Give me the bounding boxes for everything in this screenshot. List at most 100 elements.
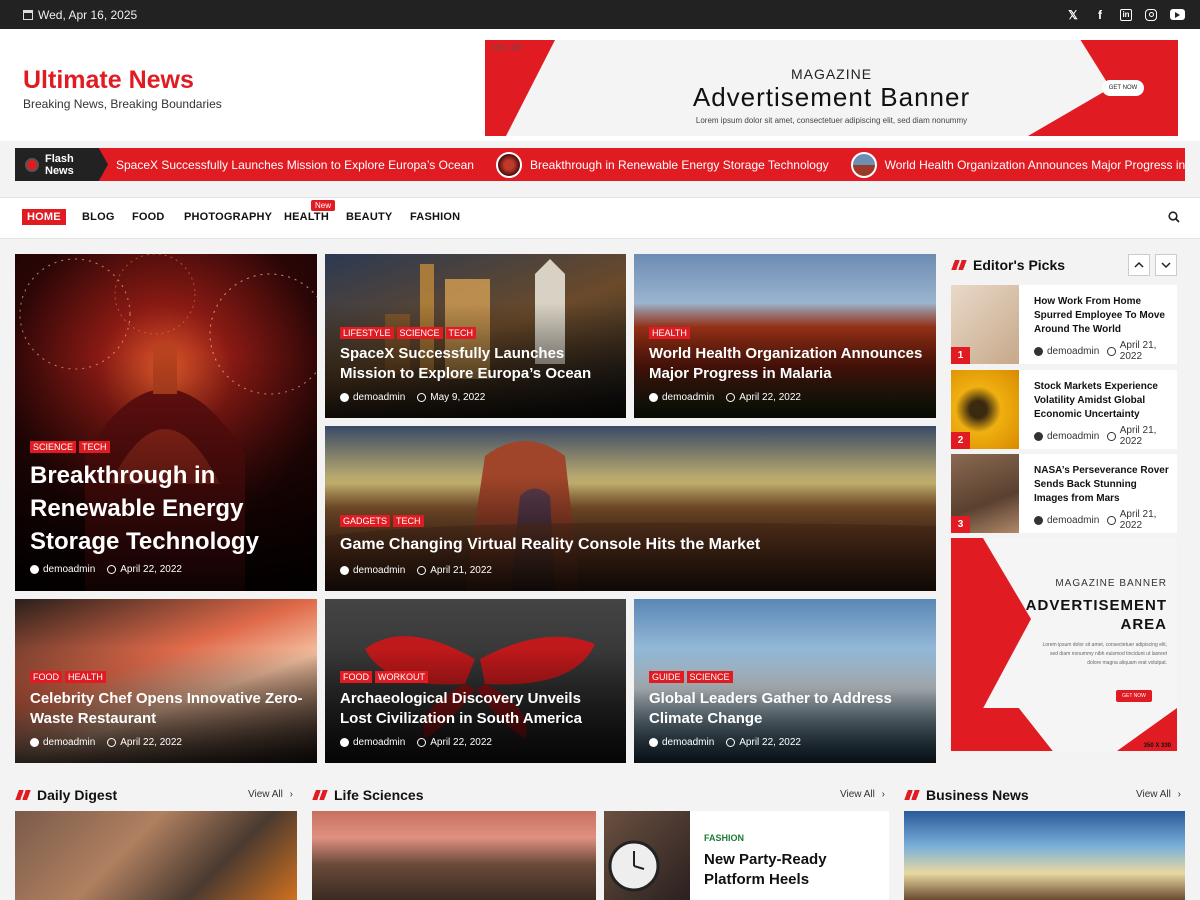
fashion-title[interactable]: New Party-Ready Platform Heels xyxy=(704,850,889,890)
pick-title[interactable]: NASA’s Perseverance Rover Sends Back Stu… xyxy=(1034,464,1174,506)
view-all-text[interactable]: View All xyxy=(840,789,875,800)
tag[interactable]: HEALTH xyxy=(65,671,106,683)
hero-card[interactable]: HEALTH World Health Organization Announc… xyxy=(634,254,936,418)
author-link[interactable]: demoadmin xyxy=(43,564,95,575)
instagram-icon[interactable] xyxy=(1145,8,1157,21)
sidebar-ad-banner[interactable]: MAGAZINE BANNER ADVERTISEMENT AREA Lorem… xyxy=(951,538,1177,751)
card-title[interactable]: Archaeological Discovery Unveils Lost Ci… xyxy=(340,689,614,729)
life-sciences-image[interactable] xyxy=(312,811,596,900)
nav-item-beauty[interactable]: BEAUTY xyxy=(346,211,392,223)
section-slash-icon xyxy=(312,790,328,800)
linkedin-icon[interactable]: in xyxy=(1120,8,1132,21)
nav-item-food[interactable]: FOOD xyxy=(132,211,165,223)
ad-cta-button[interactable]: GET NOW xyxy=(1102,80,1144,96)
tag[interactable]: GUIDE xyxy=(649,671,684,683)
post-date[interactable]: April 22, 2022 xyxy=(120,737,182,748)
view-all-link[interactable]: View All › xyxy=(1136,789,1181,800)
tag[interactable]: FOOD xyxy=(30,671,62,683)
site-title[interactable]: Ultimate News xyxy=(23,66,194,95)
hero-card-featured[interactable]: SCIENCE TECH Breakthrough in Renewable E… xyxy=(15,254,317,591)
tag[interactable]: TECH xyxy=(393,515,424,527)
author-link[interactable]: demoadmin xyxy=(353,737,405,748)
fashion-category[interactable]: FASHION xyxy=(704,833,744,843)
flash-item-title[interactable]: SpaceX Successfully Launches Mission to … xyxy=(116,158,474,172)
card-title[interactable]: Game Changing Virtual Reality Console Hi… xyxy=(340,534,924,556)
card-title[interactable]: Breakthrough in Renewable Energy Storage… xyxy=(30,459,305,558)
prev-arrow-button[interactable] xyxy=(1128,254,1150,276)
author-link[interactable]: demoadmin xyxy=(1047,346,1099,357)
view-all-text[interactable]: View All xyxy=(1136,789,1171,800)
author-link[interactable]: demoadmin xyxy=(662,737,714,748)
flash-item-title[interactable]: Breakthrough in Renewable Energy Storage… xyxy=(530,158,829,172)
card-title[interactable]: Global Leaders Gather to Address Climate… xyxy=(649,689,924,729)
hero-card[interactable]: FOOD HEALTH Celebrity Chef Opens Innovat… xyxy=(15,599,317,763)
tag[interactable]: SCIENCE xyxy=(396,327,443,339)
next-arrow-button[interactable] xyxy=(1155,254,1177,276)
new-badge: New xyxy=(311,200,336,211)
post-date[interactable]: April 22, 2022 xyxy=(430,737,492,748)
author-link[interactable]: demoadmin xyxy=(353,565,405,576)
card-title[interactable]: SpaceX Successfully Launches Mission to … xyxy=(340,344,614,384)
search-icon[interactable] xyxy=(1168,211,1180,223)
clock-icon xyxy=(417,393,427,402)
x-icon[interactable]: 𝕏 xyxy=(1066,8,1080,22)
post-date[interactable]: April 22, 2022 xyxy=(120,564,182,575)
editors-pick-item[interactable]: 1 How Work From Home Spurred Employee To… xyxy=(951,285,1177,364)
tag[interactable]: SCIENCE xyxy=(30,441,77,453)
header-ad-banner[interactable]: 720 x 100 MAGAZINE Advertisement Banner … xyxy=(485,40,1178,136)
tag[interactable]: WORKOUT xyxy=(375,671,428,683)
calendar-icon xyxy=(23,9,33,20)
tag[interactable]: TECH xyxy=(79,441,110,453)
tag[interactable]: HEALTH xyxy=(649,327,690,339)
hero-card[interactable]: FOOD WORKOUT Archaeological Discovery Un… xyxy=(325,599,626,763)
clock-icon xyxy=(726,738,736,747)
nav-item-health[interactable]: HEALTH xyxy=(284,211,329,223)
tag[interactable]: TECH xyxy=(445,327,477,339)
business-news-image[interactable] xyxy=(904,811,1185,900)
card-title[interactable]: Celebrity Chef Opens Innovative Zero-Was… xyxy=(30,689,305,729)
tag[interactable]: GADGETS xyxy=(340,515,391,527)
editors-pick-item[interactable]: 3 NASA’s Perseverance Rover Sends Back S… xyxy=(951,454,1177,533)
hero-card-wide[interactable]: GADGETS TECH Game Changing Virtual Reali… xyxy=(325,426,936,591)
view-all-link[interactable]: View All › xyxy=(248,789,293,800)
youtube-icon[interactable] xyxy=(1170,9,1185,20)
author-link[interactable]: demoadmin xyxy=(662,392,714,403)
post-date[interactable]: April 21, 2022 xyxy=(1120,425,1177,447)
nav-item-home[interactable]: HOME xyxy=(22,209,66,225)
flash-item[interactable]: SpaceX Successfully Launches Mission to … xyxy=(116,158,474,172)
daily-digest-image[interactable] xyxy=(15,811,297,900)
view-all-link[interactable]: View All › xyxy=(840,789,885,800)
post-date[interactable]: April 21, 2022 xyxy=(1120,509,1177,531)
tag[interactable]: LIFESTYLE xyxy=(340,327,394,339)
pick-title[interactable]: Stock Markets Experience Volatility Amid… xyxy=(1034,380,1174,422)
flash-item-title[interactable]: World Health Organization Announces Majo… xyxy=(885,158,1185,172)
post-date[interactable]: April 21, 2022 xyxy=(1120,340,1177,362)
flash-item[interactable]: World Health Organization Announces Majo… xyxy=(850,151,1185,178)
nav-item-blog[interactable]: BLOG xyxy=(82,211,115,223)
editors-pick-item[interactable]: 2 Stock Markets Experience Volatility Am… xyxy=(951,370,1177,449)
hero-card[interactable]: LIFESTYLE SCIENCE TECH SpaceX Successful… xyxy=(325,254,626,418)
hero-card[interactable]: GUIDE SCIENCE Global Leaders Gather to A… xyxy=(634,599,936,763)
pick-title[interactable]: How Work From Home Spurred Employee To M… xyxy=(1034,295,1174,337)
clock-thumbnail[interactable] xyxy=(604,811,690,900)
card-title[interactable]: World Health Organization Announces Majo… xyxy=(649,344,924,384)
ad-line-2: Advertisement Banner xyxy=(692,82,971,112)
nav-item-fashion[interactable]: FASHION xyxy=(410,211,460,223)
author-link[interactable]: demoadmin xyxy=(353,392,405,403)
post-date[interactable]: April 22, 2022 xyxy=(739,392,801,403)
fashion-card[interactable]: FASHION New Party-Ready Platform Heels xyxy=(690,811,889,900)
ad-cta-button[interactable]: GET NOW xyxy=(1116,690,1152,702)
nav-item-photography[interactable]: PHOTOGRAPHY xyxy=(184,211,272,223)
author-link[interactable]: demoadmin xyxy=(43,737,95,748)
tag[interactable]: SCIENCE xyxy=(686,671,733,683)
post-date[interactable]: April 22, 2022 xyxy=(739,737,801,748)
post-date[interactable]: May 9, 2022 xyxy=(430,392,485,403)
author-link[interactable]: demoadmin xyxy=(1047,431,1099,442)
flash-item[interactable]: Breakthrough in Renewable Energy Storage… xyxy=(495,151,829,178)
ad-size-label: 350 X 330 xyxy=(1143,743,1171,749)
view-all-text[interactable]: View All xyxy=(248,789,283,800)
tag[interactable]: FOOD xyxy=(340,671,372,683)
author-link[interactable]: demoadmin xyxy=(1047,515,1099,526)
facebook-icon[interactable]: f xyxy=(1093,8,1107,22)
post-date[interactable]: April 21, 2022 xyxy=(430,565,492,576)
